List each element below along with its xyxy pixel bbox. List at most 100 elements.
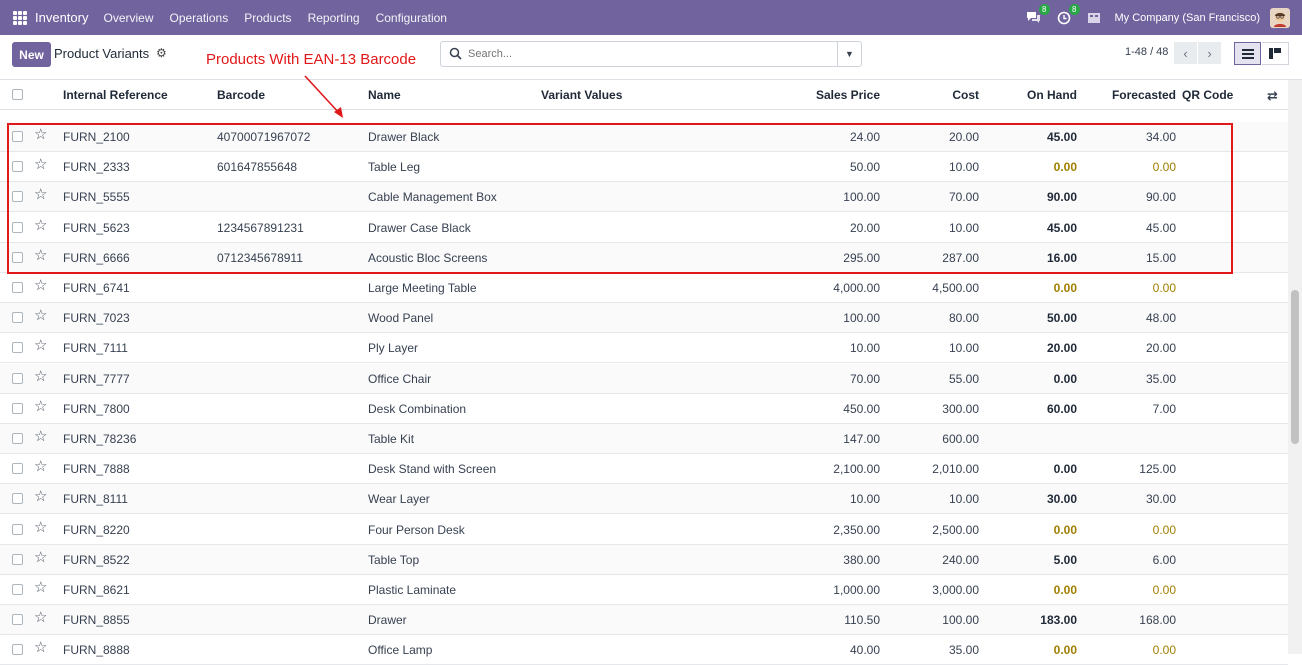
cell-name: Large Meeting Table	[368, 281, 477, 295]
table-row[interactable]: ☆ FURN_2333 601647855648 Table Leg 50.00 10.0…	[0, 152, 1288, 183]
row-checkbox[interactable]	[12, 251, 23, 263]
cell-internal-reference: FURN_8220	[63, 522, 130, 537]
table-row[interactable]: ☆ FURN_7023 Wood Panel 100.00 80.00 50.00 48.0…	[0, 303, 1288, 334]
favorite-star-icon[interactable]: ☆	[34, 519, 47, 536]
table-row[interactable]: ☆ FURN_78236 Table Kit 147.00 600.00	[0, 424, 1288, 454]
favorite-star-icon[interactable]: ☆	[34, 338, 47, 354]
menu-operations[interactable]: Operations	[162, 11, 237, 25]
row-checkbox[interactable]	[12, 614, 23, 626]
search-icon[interactable]	[449, 47, 462, 63]
col-name[interactable]: Name	[368, 88, 401, 102]
cell-on-hand: 45.00	[1046, 130, 1077, 144]
vertical-scrollbar[interactable]	[1288, 80, 1302, 654]
new-button[interactable]: New	[12, 42, 51, 67]
row-checkbox[interactable]	[12, 584, 23, 595]
col-barcode[interactable]: Barcode	[217, 88, 265, 102]
row-checkbox[interactable]	[12, 191, 23, 203]
favorite-star-icon[interactable]: ☆	[34, 157, 47, 173]
cell-cost: 55.00	[948, 371, 979, 386]
table-row[interactable]: ☆ FURN_5555 Cable Management Box 100.00 70.0…	[0, 182, 1288, 213]
favorite-star-icon[interactable]: ☆	[34, 127, 47, 143]
table-row[interactable]: ☆ FURN_6666 0712345678911 Acoustic Bloc Scr…	[0, 242, 1288, 273]
page-title[interactable]: Product Variants	[54, 46, 149, 61]
cell-internal-reference: FURN_6741	[63, 281, 130, 295]
optional-columns-icon[interactable]: ⇄	[1267, 88, 1278, 104]
app-name[interactable]: Inventory	[35, 10, 88, 25]
cell-sales-price: 70.00	[849, 371, 880, 386]
select-all-checkbox[interactable]	[12, 89, 23, 100]
pager-value[interactable]: 1-48 / 48	[1125, 46, 1168, 58]
search-options-toggle[interactable]: ▼	[837, 42, 861, 66]
row-checkbox[interactable]	[12, 131, 23, 142]
col-cost[interactable]: Cost	[880, 88, 979, 102]
col-qr-code[interactable]: QR Code	[1182, 88, 1233, 102]
table-row[interactable]: ☆ FURN_7800 Desk Combination 450.00 300.00 60…	[0, 394, 1288, 424]
company-name[interactable]: My Company (San Francisco)	[1115, 12, 1261, 24]
activity-clock-icon[interactable]: 8	[1055, 3, 1080, 27]
row-checkbox[interactable]	[12, 312, 23, 324]
favorite-star-icon[interactable]: ☆	[34, 398, 47, 415]
chat-icon[interactable]: 8	[1025, 3, 1050, 27]
cell-on-hand: 45.00	[1046, 220, 1077, 235]
scrollbar-thumb[interactable]	[1291, 290, 1299, 444]
cell-internal-reference: FURN_8888	[63, 643, 130, 658]
favorite-star-icon[interactable]: ☆	[34, 429, 47, 445]
user-avatar[interactable]	[1270, 7, 1290, 28]
favorite-star-icon[interactable]: ☆	[34, 308, 47, 324]
cell-on-hand: 60.00	[1046, 401, 1077, 416]
menu-reporting[interactable]: Reporting	[300, 11, 368, 25]
row-checkbox[interactable]	[12, 342, 23, 354]
row-checkbox[interactable]	[12, 161, 23, 173]
table-row[interactable]: ☆ FURN_8220 Four Person Desk 2,350.00 2,500.…	[0, 515, 1288, 545]
list-view-button[interactable]	[1234, 42, 1261, 65]
table-row[interactable]: ☆ FURN_7888 Desk Stand with Screen 2,100.00…	[0, 454, 1288, 485]
favorite-star-icon[interactable]: ☆	[34, 489, 47, 505]
row-checkbox[interactable]	[12, 523, 23, 535]
row-checkbox[interactable]	[12, 282, 23, 293]
row-checkbox[interactable]	[12, 433, 23, 444]
col-sales-price[interactable]: Sales Price	[780, 88, 880, 102]
kanban-view-button[interactable]	[1262, 42, 1289, 65]
row-checkbox[interactable]	[12, 402, 23, 414]
col-on-hand[interactable]: On Hand	[980, 88, 1077, 102]
favorite-star-icon[interactable]: ☆	[34, 247, 47, 264]
favorite-star-icon[interactable]: ☆	[34, 610, 47, 626]
favorite-star-icon[interactable]: ☆	[34, 549, 47, 566]
col-internal-reference[interactable]: Internal Reference	[63, 88, 168, 102]
favorite-star-icon[interactable]: ☆	[34, 459, 47, 475]
company-switch-icon[interactable]	[1085, 9, 1103, 27]
table-row[interactable]: ☆ FURN_8522 Table Top 380.00 240.00 5.00 6.00	[0, 544, 1288, 575]
table-row[interactable]: ☆ FURN_8111 Wear Layer 10.00 10.00 30.00 30.00	[0, 484, 1288, 515]
col-variant-values[interactable]: Variant Values	[541, 88, 622, 102]
row-checkbox[interactable]	[12, 493, 23, 505]
table-row[interactable]: ☆ FURN_6741 Large Meeting Table 4,000.00 4,5…	[0, 273, 1288, 303]
row-checkbox[interactable]	[12, 463, 23, 475]
col-forecasted[interactable]: Forecasted	[1080, 88, 1176, 102]
favorite-star-icon[interactable]: ☆	[34, 278, 47, 294]
table-row[interactable]: ☆ FURN_8888 Office Lamp 40.00 35.00 0.00 0.00	[0, 635, 1288, 665]
table-row[interactable]: ☆ FURN_2100 40700071967072 Drawer Black 24.0…	[0, 122, 1288, 152]
table-row[interactable]: ☆ FURN_7111 Ply Layer 10.00 10.00 20.00 20.00	[0, 333, 1288, 364]
cell-cost: 600.00	[942, 432, 979, 446]
menu-overview[interactable]: Overview	[95, 11, 161, 25]
row-checkbox[interactable]	[12, 221, 23, 233]
favorite-star-icon[interactable]: ☆	[34, 187, 47, 203]
pager-prev-button[interactable]: ‹	[1174, 42, 1197, 64]
row-checkbox[interactable]	[12, 553, 23, 565]
gear-icon[interactable]: ⚙	[156, 46, 167, 60]
menu-configuration[interactable]: Configuration	[368, 11, 455, 25]
apps-menu-icon[interactable]	[13, 10, 27, 25]
favorite-star-icon[interactable]: ☆	[34, 368, 47, 385]
search-input[interactable]	[468, 45, 828, 63]
table-row[interactable]: ☆ FURN_8621 Plastic Laminate 1,000.00 3,000.…	[0, 575, 1288, 605]
menu-products[interactable]: Products	[236, 11, 299, 25]
pager-next-button[interactable]: ›	[1198, 42, 1221, 64]
cell-sales-price: 10.00	[849, 492, 880, 507]
favorite-star-icon[interactable]: ☆	[34, 217, 47, 234]
row-checkbox[interactable]	[12, 372, 23, 384]
table-row[interactable]: ☆ FURN_7777 Office Chair 70.00 55.00 0.00 35.0…	[0, 363, 1288, 394]
favorite-star-icon[interactable]: ☆	[34, 580, 47, 596]
table-row[interactable]: ☆ FURN_8855 Drawer 110.50 100.00 183.00 168.00	[0, 605, 1288, 636]
table-row[interactable]: ☆ FURN_5623 1234567891231 Drawer Case Black…	[0, 213, 1288, 243]
cell-forecasted: 34.00	[1145, 130, 1176, 144]
